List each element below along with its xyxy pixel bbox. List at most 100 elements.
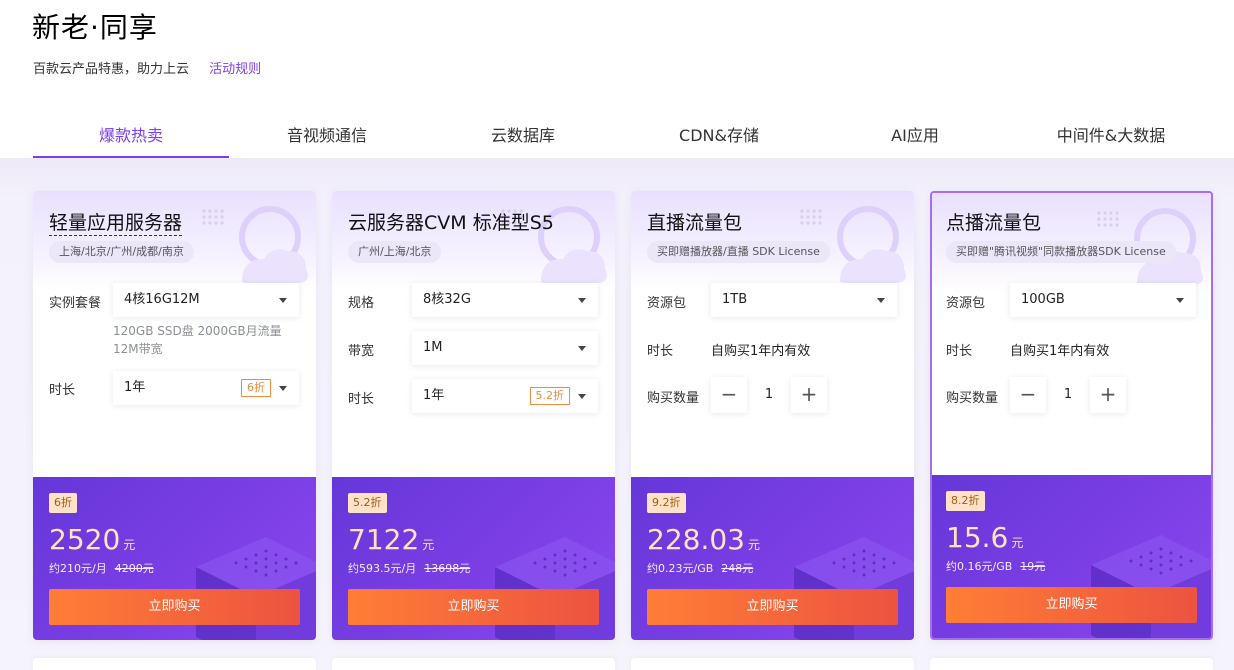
package-select[interactable]: 4核16G12M bbox=[113, 283, 299, 317]
resource-value: 1TB bbox=[722, 292, 748, 307]
buy-now-button[interactable]: 立即购买 bbox=[946, 587, 1197, 623]
price-value: 7122 bbox=[348, 523, 420, 556]
duration-select[interactable]: 1年 6折 bbox=[113, 371, 299, 405]
price: 15.6 元 bbox=[946, 521, 1023, 554]
discount-badge: 8.2折 bbox=[946, 491, 985, 511]
card-title: 直播流量包 bbox=[647, 212, 743, 234]
product-card-vod-traffic: 点播流量包 买即赠"腾讯视频"同款播放器SDK License 资源包 100G… bbox=[930, 191, 1213, 640]
price-detail: 约210元/月 4200元 bbox=[49, 560, 154, 576]
minus-button[interactable]: − bbox=[711, 377, 747, 413]
duration-discount-badge: 6折 bbox=[241, 379, 271, 397]
resource-select[interactable]: 1TB bbox=[711, 283, 897, 317]
duration-label: 时长 bbox=[946, 344, 973, 359]
bandwidth-label: 带宽 bbox=[348, 344, 375, 359]
resource-value: 100GB bbox=[1021, 292, 1065, 307]
buy-now-button[interactable]: 立即购买 bbox=[647, 589, 898, 625]
tab-cdn-storage[interactable]: CDN&存储 bbox=[621, 110, 817, 158]
tab-middleware-bigdata[interactable]: 中间件&大数据 bbox=[1013, 110, 1209, 158]
bandwidth-value: 1M bbox=[423, 340, 443, 355]
region-pill: 广州/上海/北京 bbox=[348, 241, 442, 263]
unit-price: 约0.23元/GB bbox=[647, 562, 714, 575]
minus-button[interactable]: − bbox=[1010, 377, 1046, 413]
chevron-down-icon bbox=[279, 298, 287, 303]
price-panel: 8.2折 15.6 元 约0.16元/GB 19元 立即购买 bbox=[932, 475, 1211, 638]
product-card-lighthouse: 轻量应用服务器 上海/北京/广州/成都/南京 实例套餐 4核16G12M 120… bbox=[33, 191, 316, 640]
spec-value: 8核32G bbox=[423, 292, 471, 307]
plus-button[interactable]: + bbox=[1090, 377, 1126, 413]
monthly-price: 约210元/月 bbox=[49, 562, 107, 575]
duration-label: 时长 bbox=[348, 392, 375, 407]
next-card-peek bbox=[33, 658, 316, 670]
gift-pill: 买即赠"腾讯视频"同款播放器SDK License bbox=[946, 241, 1176, 263]
price-panel: 6折 2520 元 约210元/月 4200元 立即购买 bbox=[33, 477, 316, 640]
duration-discount-badge: 5.2折 bbox=[529, 387, 570, 405]
page-title: 新老·同享 bbox=[32, 11, 158, 44]
next-card-peek bbox=[332, 658, 615, 670]
quantity-stepper: − 1 + bbox=[711, 377, 827, 413]
package-hint: 120GB SSD盘 2000GB月流量 12M带宽 bbox=[113, 324, 282, 356]
quantity-stepper: − 1 + bbox=[1010, 377, 1126, 413]
package-label: 实例套餐 bbox=[49, 296, 102, 311]
chevron-down-icon bbox=[1176, 298, 1184, 303]
price: 228.03 元 bbox=[647, 523, 760, 556]
card-title: 点播流量包 bbox=[946, 212, 1042, 234]
plus-button[interactable]: + bbox=[791, 377, 827, 413]
activity-rules-link[interactable]: 活动规则 bbox=[209, 62, 261, 77]
category-tabs: 爆款热卖 音视频通信 云数据库 CDN&存储 AI应用 中间件&大数据 bbox=[33, 110, 1234, 158]
original-price: 248元 bbox=[721, 562, 754, 575]
duration-label: 时长 bbox=[647, 344, 674, 359]
tab-hot[interactable]: 爆款热卖 bbox=[33, 110, 229, 158]
price: 7122 元 bbox=[348, 523, 434, 556]
duration-select[interactable]: 1年 5.2折 bbox=[412, 379, 598, 413]
original-price: 19元 bbox=[1020, 560, 1046, 573]
resource-select[interactable]: 100GB bbox=[1010, 283, 1196, 317]
price-detail: 约0.16元/GB 19元 bbox=[946, 558, 1045, 574]
next-card-peek bbox=[930, 658, 1213, 670]
chevron-down-icon bbox=[578, 394, 586, 399]
package-value: 4核16G12M bbox=[124, 292, 200, 307]
duration-value: 1年 bbox=[124, 380, 146, 395]
next-card-peek bbox=[631, 658, 914, 670]
chevron-down-icon bbox=[578, 346, 586, 351]
quantity-input[interactable]: 1 bbox=[1046, 377, 1090, 413]
original-price: 13698元 bbox=[424, 562, 471, 575]
gift-pill: 买即赠播放器/直播 SDK License bbox=[647, 241, 830, 263]
quantity-label: 购买数量 bbox=[946, 391, 999, 406]
tab-ai[interactable]: AI应用 bbox=[817, 110, 1013, 158]
tab-cloud-database[interactable]: 云数据库 bbox=[425, 110, 621, 158]
price-detail: 约593.5元/月 13698元 bbox=[348, 560, 470, 576]
chevron-down-icon bbox=[578, 298, 586, 303]
product-card-live-traffic: 直播流量包 买即赠播放器/直播 SDK License 资源包 1TB 时长 自… bbox=[631, 191, 914, 640]
buy-now-button[interactable]: 立即购买 bbox=[348, 589, 599, 625]
discount-badge: 5.2折 bbox=[348, 493, 387, 513]
duration-value: 自购买1年内有效 bbox=[711, 344, 811, 359]
page-subtitle: 百款云产品特惠，助力上云 活动规则 bbox=[33, 58, 261, 77]
price-value: 228.03 bbox=[647, 523, 745, 556]
price-value: 2520 bbox=[49, 523, 121, 556]
price-value: 15.6 bbox=[946, 521, 1009, 554]
tab-av-communication[interactable]: 音视频通信 bbox=[229, 110, 425, 158]
subtitle-text: 百款云产品特惠，助力上云 bbox=[33, 62, 190, 77]
price-unit: 元 bbox=[1011, 536, 1024, 550]
price-panel: 9.2折 228.03 元 约0.23元/GB 248元 立即购买 bbox=[631, 477, 914, 640]
region-pill: 上海/北京/广州/成都/南京 bbox=[49, 241, 194, 263]
duration-value: 1年 bbox=[423, 388, 445, 403]
monthly-price: 约593.5元/月 bbox=[348, 562, 417, 575]
duration-label: 时长 bbox=[49, 383, 76, 398]
bandwidth-select[interactable]: 1M bbox=[412, 331, 598, 365]
chevron-down-icon bbox=[877, 298, 885, 303]
duration-value: 自购买1年内有效 bbox=[1010, 344, 1110, 359]
quantity-input[interactable]: 1 bbox=[747, 377, 791, 413]
price: 2520 元 bbox=[49, 523, 135, 556]
card-title[interactable]: 轻量应用服务器 bbox=[49, 208, 183, 236]
page-header: 新老·同享 百款云产品特惠，助力上云 活动规则 爆款热卖 音视频通信 云数据库 … bbox=[0, 0, 1234, 158]
resource-label: 资源包 bbox=[946, 296, 986, 311]
unit-price: 约0.16元/GB bbox=[946, 560, 1013, 573]
price-unit: 元 bbox=[123, 538, 136, 552]
buy-now-button[interactable]: 立即购买 bbox=[49, 589, 300, 625]
discount-badge: 9.2折 bbox=[647, 493, 686, 513]
price-panel: 5.2折 7122 元 约593.5元/月 13698元 立即购买 bbox=[332, 477, 615, 640]
spec-select[interactable]: 8核32G bbox=[412, 283, 598, 317]
discount-badge: 6折 bbox=[49, 493, 77, 513]
quantity-label: 购买数量 bbox=[647, 391, 700, 406]
